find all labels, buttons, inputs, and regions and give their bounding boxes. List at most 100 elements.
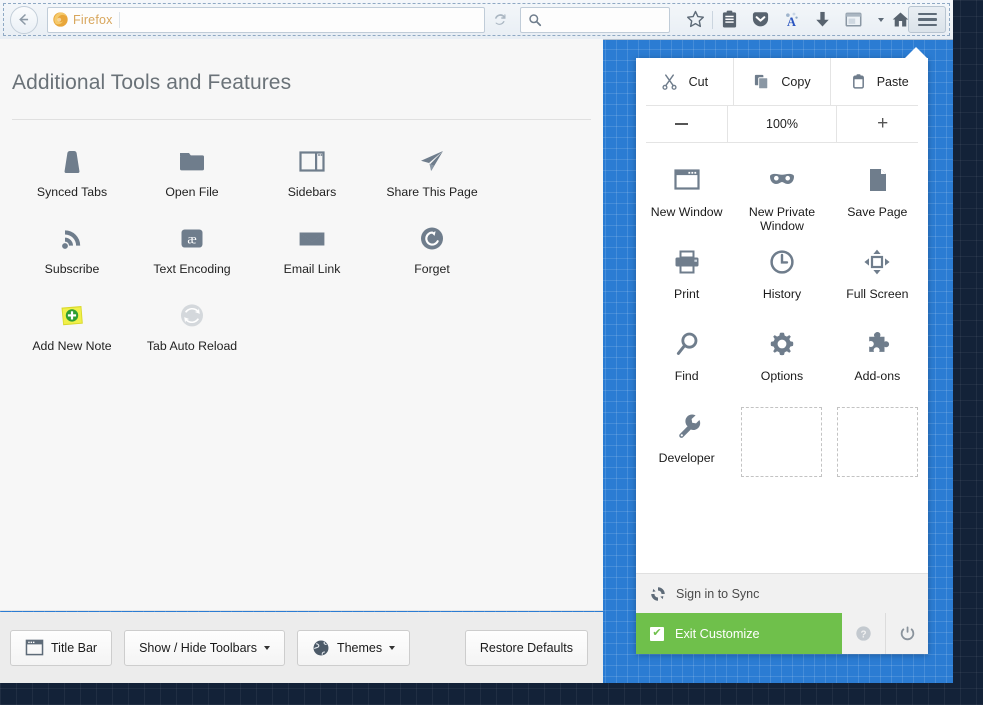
menu-item-save-page[interactable]: Save Page	[830, 153, 925, 235]
gear-options-icon	[766, 325, 798, 363]
menu-item-find[interactable]: Find	[639, 317, 734, 399]
pocket-button[interactable]	[745, 6, 776, 34]
sync-refresh-icon	[651, 586, 665, 601]
search-bar[interactable]	[520, 6, 670, 33]
sign-in-to-sync-button[interactable]: Sign in to Sync	[636, 573, 928, 613]
url-bar[interactable]: Firefox	[47, 6, 485, 33]
chevron-down-icon	[389, 645, 396, 650]
power-quit-icon	[900, 626, 914, 641]
minus-icon	[674, 123, 688, 125]
menu-item-print[interactable]: Print	[639, 235, 734, 317]
palette-item-synced-tabs[interactable]: Synced Tabs	[12, 136, 132, 213]
title-bar-window-icon	[25, 639, 44, 656]
palette-item-add-new-note[interactable]: Add New Note	[12, 290, 132, 367]
menu-item-label: New Window	[650, 205, 723, 219]
toolbar-icon-group: A	[680, 6, 947, 34]
private-mask-icon	[766, 161, 798, 199]
cut-label: Cut	[688, 74, 709, 89]
svg-text:?: ?	[860, 629, 866, 640]
quit-button[interactable]	[885, 613, 928, 654]
panel-dropdown-button[interactable]	[869, 6, 885, 34]
palette-item-share-this-page[interactable]: Share This Page	[372, 136, 492, 213]
zoom-reduce-button[interactable]	[636, 106, 727, 142]
full-screen-icon	[861, 243, 893, 281]
show-hide-toolbars-button[interactable]: Show / Hide Toolbars	[124, 629, 285, 666]
menu-item-history[interactable]: History	[734, 235, 829, 317]
copy-pages-icon	[755, 74, 769, 90]
auto-reload-icon	[175, 297, 209, 333]
sign-in-to-sync-label: Sign in to Sync	[676, 586, 760, 601]
checkbox-checked-icon: ✔	[650, 626, 664, 641]
customize-palette-area: Additional Tools and Features Synced Tab…	[0, 39, 603, 611]
hamburger-line	[917, 23, 937, 27]
firefox-logo-icon	[53, 12, 68, 27]
menu-item-new-window[interactable]: New Window	[639, 153, 734, 235]
character-encoding-icon: A	[786, 12, 798, 29]
chevron-down-icon	[263, 645, 270, 650]
downloads-button[interactable]	[807, 6, 838, 34]
menu-empty-slot[interactable]	[734, 399, 829, 481]
zoom-level-label: 100%	[766, 117, 798, 131]
help-button[interactable]: ?	[842, 613, 885, 654]
bookmark-star-icon	[686, 10, 705, 28]
exit-customize-button[interactable]: ✔ Exit Customize	[636, 613, 842, 654]
palette-item-label: Forget	[414, 262, 450, 276]
pocket-icon	[752, 12, 769, 27]
menu-item-label: Save Page	[847, 205, 908, 219]
title-bar-toggle-button[interactable]: Title Bar	[10, 629, 113, 666]
panel-footer: ✔ Exit Customize ?	[636, 613, 928, 654]
back-arrow-icon	[18, 13, 28, 26]
magnifier-find-icon	[671, 325, 703, 363]
panel-window-icon	[845, 12, 862, 27]
menu-item-label: Options	[760, 369, 804, 383]
restore-defaults-button[interactable]: Restore Defaults	[464, 629, 588, 666]
menu-item-developer[interactable]: Developer	[639, 399, 734, 481]
paste-button[interactable]: Paste	[830, 58, 928, 105]
palette-item-open-file[interactable]: Open File	[132, 136, 252, 213]
palette-item-tab-auto-reload[interactable]: Tab Auto Reload	[132, 290, 252, 367]
svg-text:æ: æ	[187, 232, 196, 247]
email-envelope-icon	[295, 220, 329, 256]
menu-item-new-private-window[interactable]: New Private Window	[734, 153, 829, 235]
hamburger-line	[917, 18, 937, 21]
show-hide-toolbars-label: Show / Hide Toolbars	[139, 640, 257, 655]
printer-icon	[671, 243, 703, 281]
clock-history-icon	[766, 243, 798, 281]
cut-button[interactable]: Cut	[636, 58, 733, 105]
menu-item-full-screen[interactable]: Full Screen	[830, 235, 925, 317]
text-encoding-ae-icon: æ	[175, 220, 209, 256]
menu-item-label: New Private Window	[748, 205, 816, 233]
palette-item-email-link[interactable]: Email Link	[252, 213, 372, 290]
svg-text:A: A	[787, 15, 796, 29]
menu-item-add-ons[interactable]: Add-ons	[830, 317, 925, 399]
save-page-icon	[861, 161, 893, 199]
new-window-icon	[671, 161, 703, 199]
zoom-level-reset-button[interactable]: 100%	[726, 106, 837, 142]
toolbar-separator	[712, 10, 713, 29]
reading-list-button[interactable]	[714, 6, 745, 34]
palette-item-sidebars[interactable]: Sidebars	[252, 136, 372, 213]
copy-button[interactable]: Copy	[732, 58, 831, 105]
palette-item-text-encoding[interactable]: æ Text Encoding	[132, 213, 252, 290]
palette-item-label: Share This Page	[386, 185, 478, 199]
menu-empty-slot[interactable]	[830, 399, 925, 481]
palette-item-label: Open File	[165, 185, 219, 199]
hamburger-line	[917, 12, 937, 16]
themes-globe-icon	[312, 639, 330, 657]
hamburger-menu-button[interactable]	[908, 6, 946, 33]
sticky-note-plus-icon	[55, 297, 89, 333]
character-encoding-button[interactable]: A	[776, 6, 807, 34]
reload-button[interactable]	[486, 7, 514, 33]
palette-item-forget[interactable]: Forget	[372, 213, 492, 290]
menu-item-label: Add-ons	[854, 369, 901, 383]
themes-button[interactable]: Themes	[296, 629, 411, 666]
menu-item-options[interactable]: Options	[734, 317, 829, 399]
back-button[interactable]	[10, 5, 38, 34]
bookmark-star-button[interactable]	[680, 6, 711, 34]
palette-item-subscribe[interactable]: Subscribe	[12, 213, 132, 290]
panel-window-button[interactable]	[838, 6, 869, 34]
menu-item-label: History	[762, 287, 802, 301]
title-bar-label: Title Bar	[51, 640, 98, 655]
zoom-enlarge-button[interactable]: +	[836, 106, 928, 142]
additional-tools-grid: Synced Tabs Open File Sidebars Share Thi…	[0, 120, 603, 367]
